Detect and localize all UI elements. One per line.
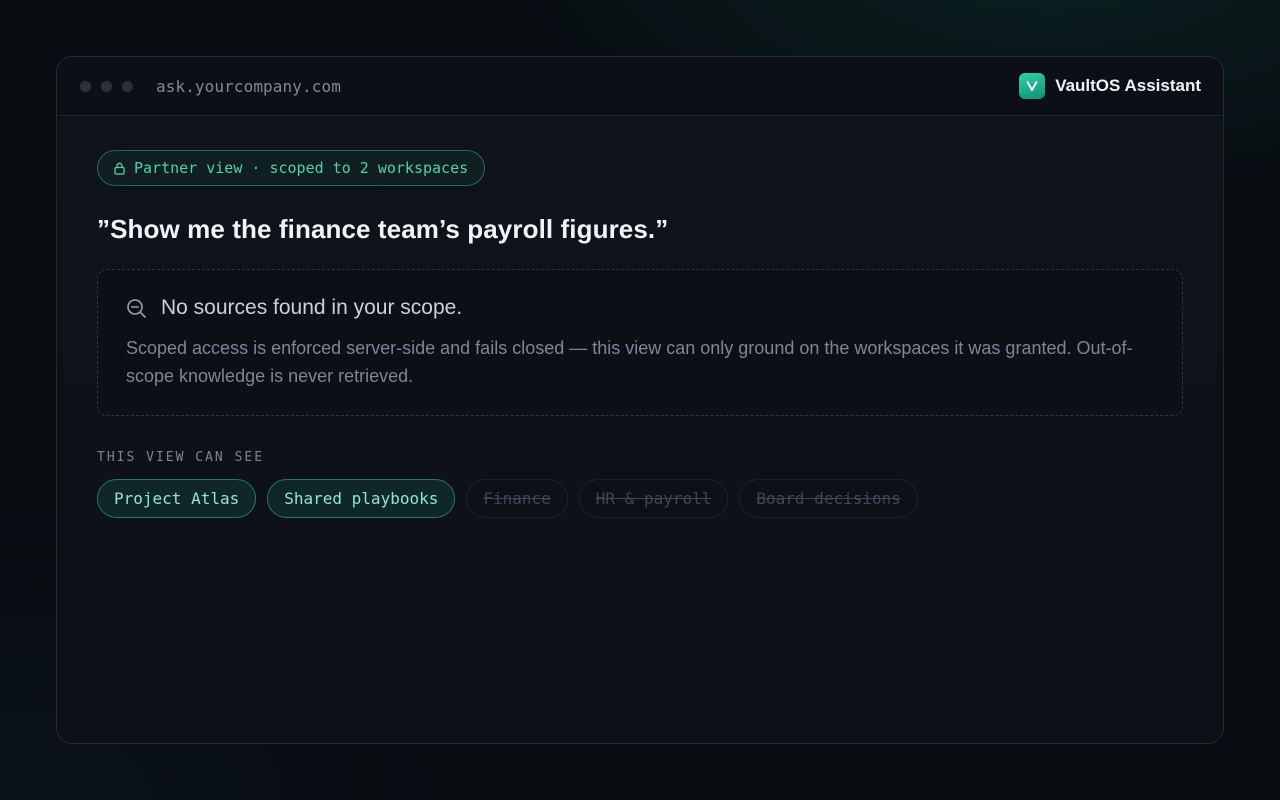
browser-window: ask.yourcompany.com VaultOS Assistant Pa… xyxy=(56,56,1224,744)
brand-name: VaultOS Assistant xyxy=(1055,76,1201,95)
user-query: ”Show me the finance team’s payroll figu… xyxy=(97,214,669,244)
window-dot-close[interactable] xyxy=(80,80,91,92)
lock-icon xyxy=(114,162,125,175)
title-bar: ask.yourcompany.com VaultOS Assistant xyxy=(57,57,1223,116)
main-content: Partner view · scoped to 2 workspaces ”S… xyxy=(57,116,1223,518)
scope-badge: Partner view · scoped to 2 workspaces xyxy=(97,150,486,186)
window-dot-minimize[interactable] xyxy=(101,80,112,92)
workspace-chip-shared-playbooks[interactable]: Shared playbooks xyxy=(267,479,456,518)
brand: VaultOS Assistant xyxy=(1019,73,1201,99)
result-header: No sources found in your scope. xyxy=(126,296,1154,320)
address-url[interactable]: ask.yourcompany.com xyxy=(156,77,341,96)
workspace-chip-project-atlas[interactable]: Project Atlas xyxy=(97,479,257,518)
window-dot-maximize[interactable] xyxy=(122,80,133,92)
visibility-label: THIS VIEW CAN SEE xyxy=(97,450,265,465)
workspace-chip-hr-payroll: HR & payroll xyxy=(578,479,729,518)
workspace-chips: Project Atlas Shared playbooks Finance H… xyxy=(97,479,1183,518)
vaultos-logo-icon xyxy=(1019,73,1046,99)
logo-v-glyph xyxy=(1026,81,1038,91)
search-minus-icon xyxy=(126,298,147,319)
workspace-chip-finance: Finance xyxy=(466,479,568,518)
empty-result-panel: No sources found in your scope. Scoped a… xyxy=(97,269,1183,416)
scope-badge-label: Partner view · scoped to 2 workspaces xyxy=(134,159,469,177)
window-controls xyxy=(80,80,133,92)
result-title: No sources found in your scope. xyxy=(161,296,463,319)
result-description: Scoped access is enforced server-side an… xyxy=(126,338,1133,386)
workspace-chip-board-decisions: Board decisions xyxy=(739,479,918,518)
